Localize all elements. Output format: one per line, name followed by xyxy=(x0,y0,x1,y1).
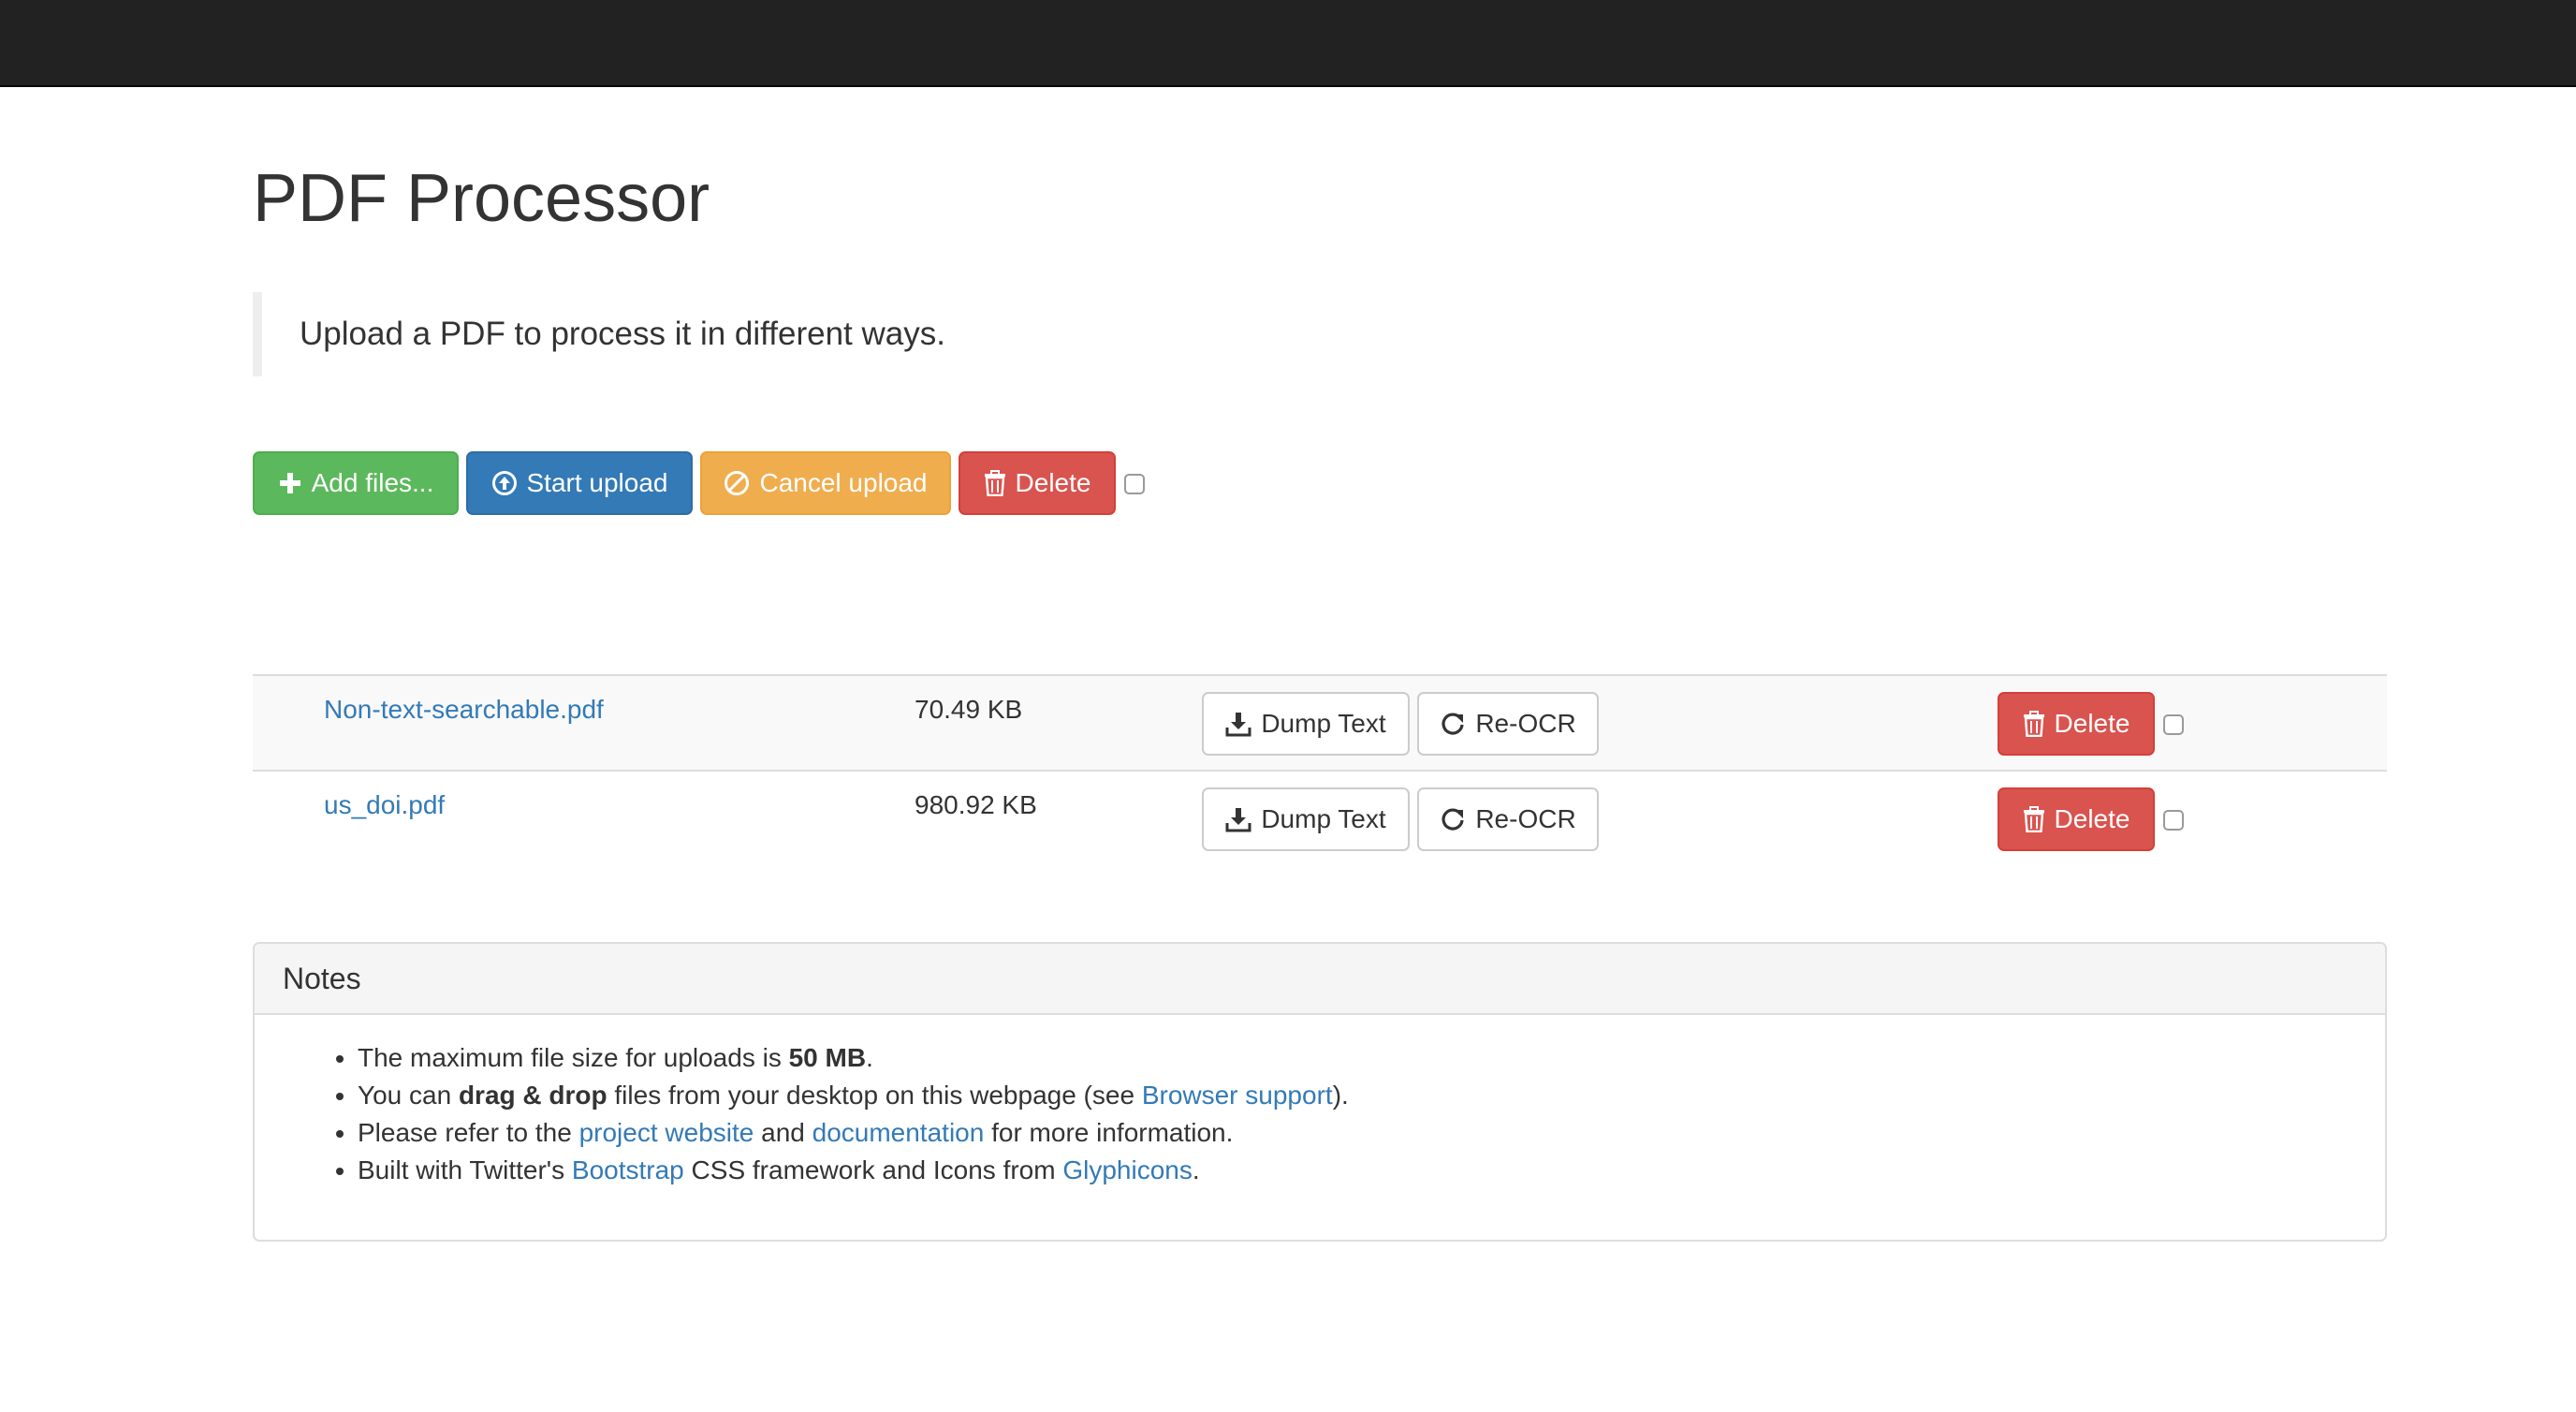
page-title: PDF Processor xyxy=(253,161,710,236)
trash-icon xyxy=(984,470,1005,496)
notes-body: The maximum file size for uploads is 50 … xyxy=(255,1015,2385,1189)
note-text: files from your desktop on this webpage … xyxy=(607,1081,1142,1110)
top-navbar xyxy=(0,0,2576,87)
table-row: Non-text-searchable.pdf 70.49 KB Dump Te… xyxy=(253,674,2387,770)
list-item: Built with Twitter's Bootstrap CSS frame… xyxy=(358,1152,2357,1189)
table-row: us_doi.pdf 980.92 KB Dump Text Re-OCR De… xyxy=(253,770,2387,865)
note-text: Built with Twitter's xyxy=(358,1155,572,1184)
ban-circle-icon xyxy=(724,471,750,495)
refresh-icon xyxy=(1442,713,1464,735)
note-bold: 50 MB xyxy=(788,1043,867,1072)
notes-heading-text: Notes xyxy=(283,961,361,995)
notes-heading: Notes xyxy=(255,944,2385,1015)
file-size: 980.92 KB xyxy=(915,790,1037,819)
note-text: for more information. xyxy=(984,1118,1234,1147)
circle-arrow-up-icon xyxy=(491,471,517,495)
re-ocr-button[interactable]: Re-OCR xyxy=(1417,787,1599,851)
download-icon xyxy=(1225,808,1251,832)
note-text: ). xyxy=(1332,1081,1349,1110)
lead-text: Upload a PDF to process it in different … xyxy=(300,316,945,352)
delete-file-label: Delete xyxy=(2054,804,2130,833)
file-select-checkbox[interactable] xyxy=(2163,714,2184,735)
list-item: The maximum file size for uploads is 50 … xyxy=(358,1039,2357,1077)
dump-text-label: Dump Text xyxy=(1261,804,1386,833)
dump-text-label: Dump Text xyxy=(1261,709,1386,738)
re-ocr-button[interactable]: Re-OCR xyxy=(1417,692,1599,756)
select-all-checkbox[interactable] xyxy=(1124,474,1145,494)
note-text: . xyxy=(1192,1155,1200,1184)
re-ocr-label: Re-OCR xyxy=(1475,709,1576,738)
trash-icon xyxy=(2023,711,2044,737)
delete-file-button[interactable]: Delete xyxy=(1998,692,2155,756)
cancel-upload-label: Cancel upload xyxy=(759,468,928,497)
browser-support-link[interactable]: Browser support xyxy=(1142,1081,1333,1110)
add-files-label: Add files... xyxy=(311,468,434,497)
delete-all-button[interactable]: Delete xyxy=(959,451,1116,515)
re-ocr-label: Re-OCR xyxy=(1475,804,1576,833)
delete-file-button[interactable]: Delete xyxy=(1998,787,2155,851)
file-size: 70.49 KB xyxy=(915,695,1023,724)
note-text: and xyxy=(754,1118,812,1147)
list-item: Please refer to the project website and … xyxy=(358,1114,2357,1152)
note-text: The maximum file size for uploads is xyxy=(358,1043,789,1072)
notes-list: The maximum file size for uploads is 50 … xyxy=(358,1039,2357,1189)
bootstrap-link[interactable]: Bootstrap xyxy=(572,1155,684,1184)
lead-blockquote: Upload a PDF to process it in different … xyxy=(253,292,1750,376)
project-website-link[interactable]: project website xyxy=(579,1118,754,1147)
note-bold: drag & drop xyxy=(458,1081,607,1110)
cancel-upload-button[interactable]: Cancel upload xyxy=(700,451,951,515)
delete-file-label: Delete xyxy=(2054,709,2130,738)
plus-icon xyxy=(279,473,300,493)
trash-icon xyxy=(2023,806,2044,832)
start-upload-button[interactable]: Start upload xyxy=(466,451,693,515)
note-text: You can xyxy=(358,1081,459,1110)
documentation-link[interactable]: documentation xyxy=(812,1118,985,1147)
dump-text-button[interactable]: Dump Text xyxy=(1202,787,1410,851)
list-item: You can drag & drop files from your desk… xyxy=(358,1077,2357,1114)
file-name-link[interactable]: us_doi.pdf xyxy=(324,790,445,820)
glyphicons-link[interactable]: Glyphicons xyxy=(1062,1155,1193,1184)
delete-all-label: Delete xyxy=(1015,468,1091,497)
download-icon xyxy=(1225,713,1251,737)
refresh-icon xyxy=(1442,808,1464,831)
dump-text-button[interactable]: Dump Text xyxy=(1202,692,1410,756)
file-name-link[interactable]: Non-text-searchable.pdf xyxy=(324,695,604,725)
note-text: Please refer to the xyxy=(358,1118,579,1147)
file-select-checkbox[interactable] xyxy=(2163,810,2184,831)
notes-panel: Notes The maximum file size for uploads … xyxy=(253,942,2387,1242)
note-text: . xyxy=(866,1043,873,1072)
start-upload-label: Start upload xyxy=(526,468,668,497)
add-files-button[interactable]: Add files... xyxy=(253,451,459,515)
note-text: CSS framework and Icons from xyxy=(683,1155,1063,1184)
